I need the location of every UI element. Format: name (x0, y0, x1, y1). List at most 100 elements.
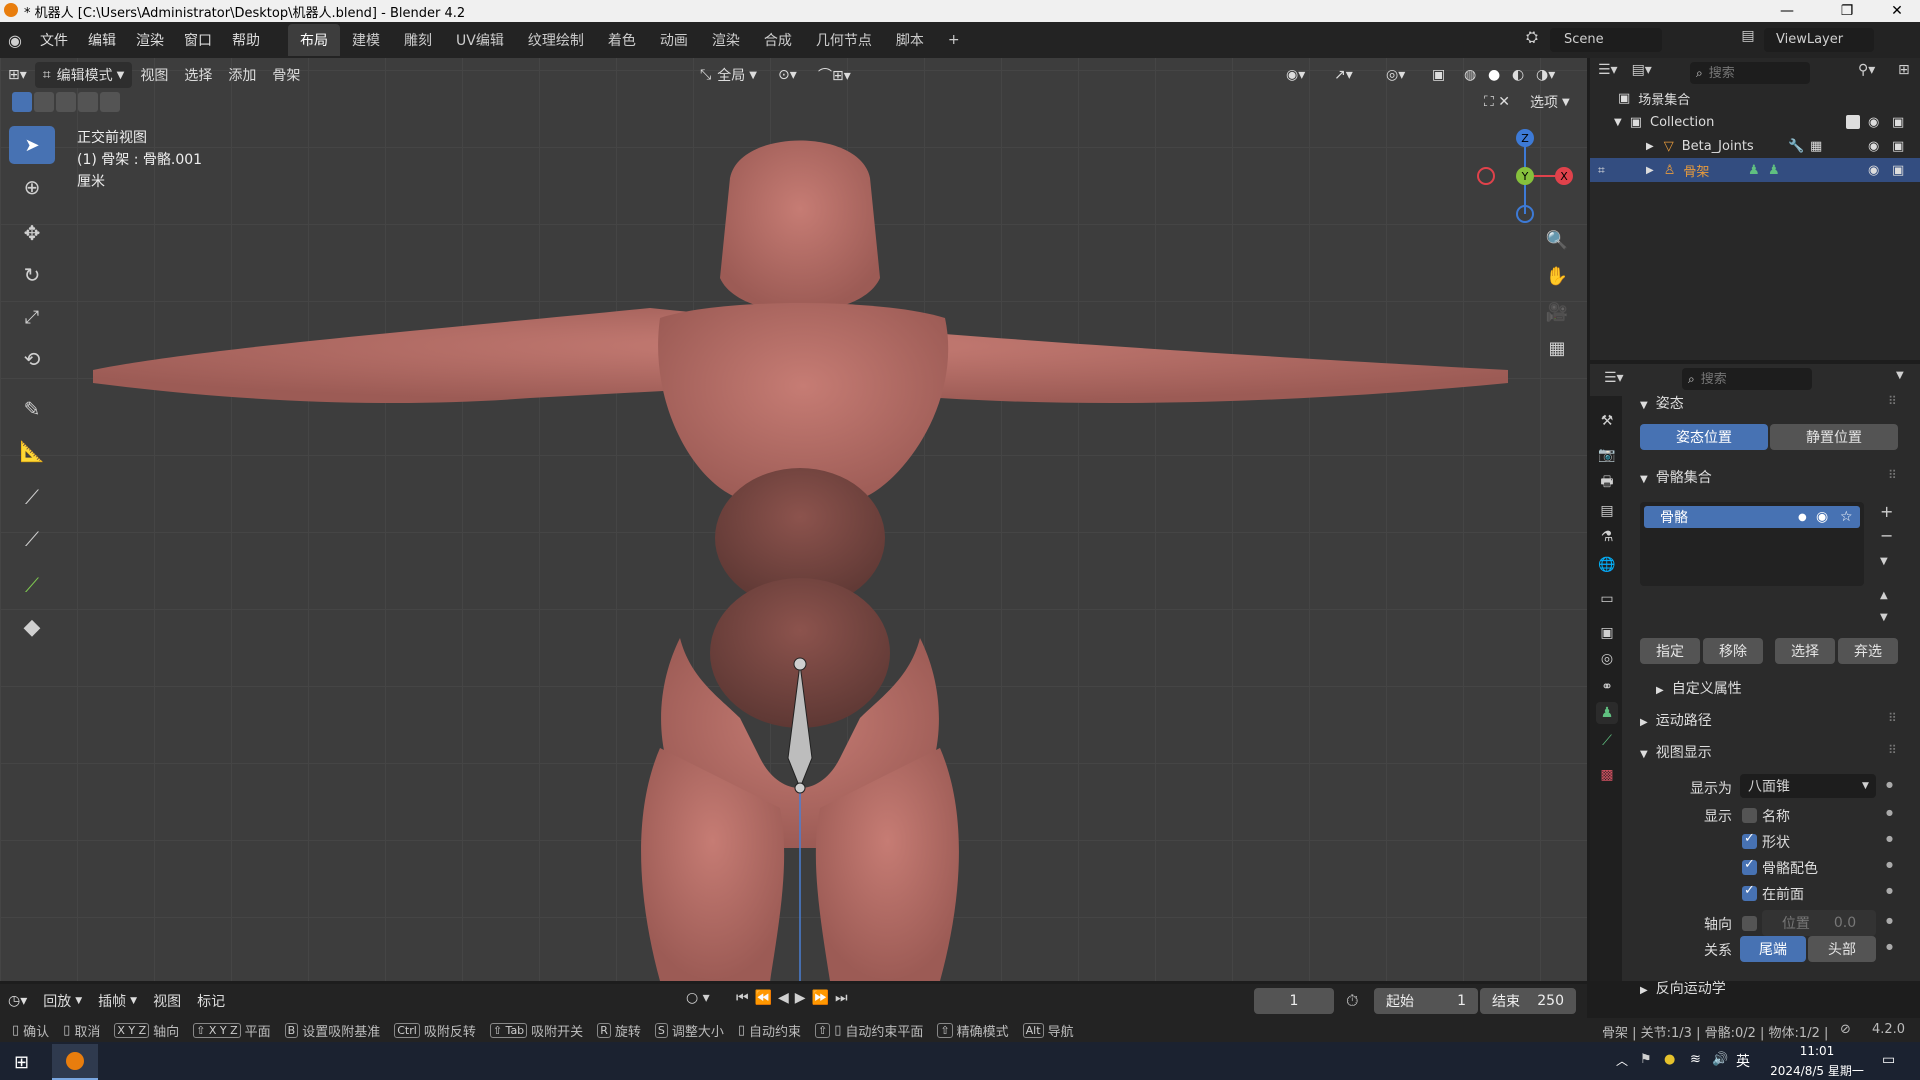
drag-handle-icon[interactable]: ⠿ (1888, 743, 1897, 757)
select-invert-icon[interactable] (78, 92, 98, 112)
tab-geometry-nodes[interactable]: 几何节点 (804, 24, 884, 56)
navigation-gizmo[interactable]: Z X Y (1474, 126, 1584, 226)
camera-icon[interactable]: ▣ (1892, 139, 1904, 154)
camera-icon[interactable]: ▣ (1892, 115, 1904, 130)
timeline-view-menu[interactable]: 视图 (145, 988, 189, 1014)
tray-expand-icon[interactable]: ︿ (1616, 1052, 1628, 1069)
maximize-button[interactable]: ❐ (1824, 0, 1870, 22)
tool-extrude[interactable]: ⟋ (9, 566, 55, 604)
ortho-grid-icon[interactable]: ▦ (1539, 330, 1575, 366)
zoom-icon[interactable]: 🔍 (1539, 222, 1575, 258)
relation-head-button[interactable]: 头部 (1808, 936, 1876, 962)
tool-rotate[interactable]: ↻ (9, 256, 55, 294)
snap-button[interactable]: ⌒⊞▾ (810, 62, 859, 88)
tool-scale[interactable]: ⤢ (9, 298, 55, 336)
xray-toggle-button[interactable]: ▣ (1424, 62, 1453, 88)
editor-type-icon[interactable]: ☰▾ (1598, 62, 1618, 78)
tool-cursor[interactable]: ⊕ (9, 168, 55, 206)
view-layer-tab-icon[interactable]: ▤ (1596, 500, 1618, 522)
tool-transform[interactable]: ⟲ (9, 340, 55, 378)
volume-icon[interactable]: 🔊 (1712, 1052, 1728, 1067)
current-frame-field[interactable]: 1 (1254, 988, 1334, 1014)
tab-compositing[interactable]: 合成 (752, 24, 804, 56)
relation-tail-button[interactable]: 尾端 (1740, 936, 1806, 962)
axes-checkbox[interactable] (1742, 916, 1757, 931)
options-dropdown[interactable]: 选项 ▼ (1522, 89, 1578, 115)
select-subtract-icon[interactable] (56, 92, 76, 112)
drag-handle-icon[interactable]: ⠿ (1888, 394, 1897, 408)
tool-annotate[interactable]: ✎ (9, 390, 55, 428)
add-icon[interactable]: + (1880, 502, 1893, 521)
drag-handle-icon[interactable]: ⠿ (1888, 468, 1897, 482)
remove-icon[interactable]: − (1880, 526, 1893, 545)
tool-bone-size[interactable]: ⟋ (9, 520, 55, 558)
end-frame-field[interactable]: 结束 250 (1480, 988, 1576, 1014)
outliner-item-beta-joints[interactable]: ▶ ▽ Beta_Joints 🔧 ▦ ◉ ▣ (1590, 134, 1920, 158)
close-button[interactable]: ✕ (1874, 0, 1920, 22)
playback-controls[interactable]: ⏮⏪◀▶⏩⏭ (736, 990, 854, 1006)
start-frame-field[interactable]: 起始 1 (1374, 988, 1478, 1014)
menu-add[interactable]: 添加 (220, 62, 264, 88)
view-layer-selector[interactable]: ViewLayer (1764, 28, 1874, 52)
bone-colors-checkbox[interactable] (1742, 857, 1757, 875)
texture-tab-icon[interactable]: ▩ (1596, 764, 1618, 786)
properties-search-input[interactable] (1700, 371, 1801, 387)
edit-mode-icon[interactable]: ⌗ (1598, 163, 1605, 178)
mode-selector[interactable]: ⌗ 编辑模式 ▼ (34, 62, 133, 88)
keying-menu[interactable]: 插帧 ▼ (90, 988, 145, 1014)
bone-head[interactable] (793, 657, 807, 671)
tab-animation[interactable]: 动画 (648, 24, 700, 56)
windows-start-icon[interactable]: ⊞ (14, 1052, 29, 1073)
tab-layout[interactable]: 布局 (288, 24, 340, 56)
clock-date[interactable]: 2024/8/5 星期一 (1762, 1062, 1872, 1079)
input-language[interactable]: 英 (1736, 1051, 1750, 1071)
tool-tab-icon[interactable]: ⚒ (1596, 410, 1618, 432)
pose-section-header[interactable]: ▼ 姿态 (1640, 393, 1684, 413)
notification-icon[interactable]: ▭ (1882, 1052, 1895, 1068)
armature-data-tab-icon[interactable]: ♟ (1596, 702, 1618, 724)
editor-type-icon[interactable]: ☰▾ (1604, 370, 1624, 386)
menu-file[interactable]: 文件 (30, 30, 78, 50)
pose-icon[interactable]: ♟ (1748, 163, 1760, 178)
visibility-button[interactable]: ◉▾ (1278, 62, 1313, 88)
move-up-icon[interactable]: ▲ (1880, 590, 1888, 601)
menu-edit[interactable]: 编辑 (78, 30, 126, 50)
animate-dot-icon[interactable]: ● (1886, 942, 1893, 951)
scene-icon[interactable]: ⛭ (1520, 28, 1544, 52)
camera-view-icon[interactable]: 🎥 (1539, 294, 1575, 330)
outliner-item-armature[interactable]: ⌗ ▶ ♙ 骨架 ♟ ♟ ◉ ▣ (1590, 158, 1920, 182)
collection-row[interactable]: ▼ ▣ Collection ◉ ▣ (1590, 110, 1920, 134)
move-down-icon[interactable]: ▼ (1880, 612, 1888, 623)
scene-collection-row[interactable]: ▣ 场景集合 (1590, 86, 1920, 110)
chevron-right-icon[interactable]: ▶ (1646, 165, 1654, 176)
taskbar-blender-app[interactable] (52, 1044, 98, 1080)
select-button[interactable]: 选择 (1775, 638, 1835, 664)
pan-hand-icon[interactable]: ✋ (1539, 258, 1575, 294)
constraint-tab-icon[interactable]: ⚭ (1596, 676, 1618, 698)
preview-range-icon[interactable]: ⏱ (1346, 991, 1358, 1011)
pose-position-button[interactable]: 姿态位置 (1640, 424, 1768, 450)
select-extend-icon[interactable] (34, 92, 54, 112)
modifier-wrench-icon[interactable]: 🔧 (1788, 139, 1804, 154)
shading-rendered-button[interactable]: ◑▾ (1528, 62, 1563, 88)
filter-icon[interactable]: ⚲▾ (1858, 62, 1875, 78)
animate-dot-icon[interactable]: ● (1886, 834, 1893, 843)
select-new-icon[interactable] (12, 92, 32, 112)
clock-time[interactable]: 11:01 (1762, 1044, 1872, 1058)
minimize-button[interactable]: — (1764, 0, 1810, 22)
axes-position-field[interactable]: 位置 0.0 (1762, 910, 1876, 936)
editor-type-button[interactable]: ◷▾ (0, 988, 35, 1014)
deselect-button[interactable]: 弃选 (1838, 638, 1898, 664)
shapes-checkbox[interactable] (1742, 831, 1757, 849)
names-checkbox[interactable] (1742, 808, 1757, 823)
tool-measure[interactable]: 📐 (9, 432, 55, 470)
tab-rendering[interactable]: 渲染 (700, 24, 752, 56)
world-tab-icon[interactable]: 🌐 (1596, 554, 1618, 576)
tab-shading[interactable]: 着色 (596, 24, 648, 56)
collection-checkbox[interactable] (1846, 115, 1860, 129)
viewport-display-header[interactable]: ▼ 视图显示 (1640, 742, 1712, 762)
mesh-data-icon[interactable]: ▦ (1810, 139, 1822, 154)
robot-model[interactable] (0, 58, 1587, 981)
blender-menu-icon[interactable]: ◉ (0, 31, 30, 50)
chevron-down-icon[interactable]: ▼ (1614, 117, 1622, 128)
